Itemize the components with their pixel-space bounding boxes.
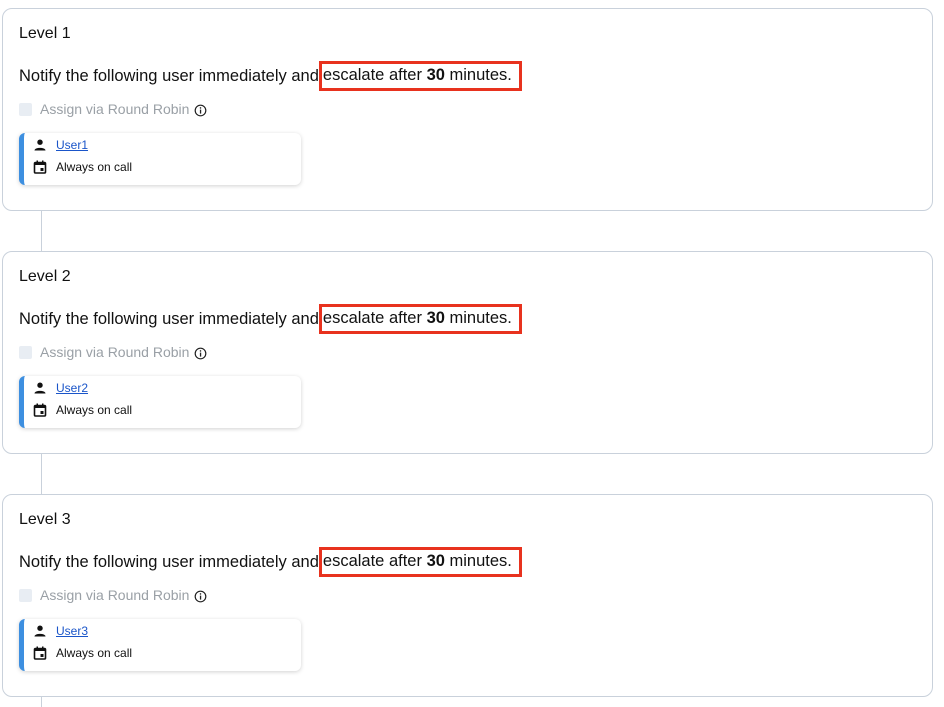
user-card: User2 Always on call — [19, 376, 301, 428]
round-robin-label: Assign via Round Robin — [40, 587, 190, 603]
person-icon — [33, 624, 47, 638]
escalate-minutes: 30 — [426, 309, 445, 327]
escalate-minutes: 30 — [426, 552, 445, 570]
calendar-icon — [33, 646, 47, 660]
level-title: Level 2 — [19, 268, 71, 285]
round-robin-label: Assign via Round Robin — [40, 344, 190, 360]
schedule-row: Always on call — [33, 160, 132, 174]
level-card: Level 1 Notify the following user immedi… — [2, 8, 933, 211]
escalate-highlight: escalate after 30 minutes. — [318, 304, 522, 334]
schedule-row: Always on call — [33, 403, 132, 417]
round-robin-checkbox[interactable] — [19, 102, 32, 116]
escalate-minutes: 30 — [426, 66, 445, 84]
level-card: Level 3 Notify the following user immedi… — [2, 494, 933, 697]
level-title: Level 3 — [19, 511, 71, 528]
notify-description: Notify the following user immediately an… — [19, 61, 522, 92]
escalate-highlight: escalate after 30 minutes. — [318, 547, 522, 577]
escalation-levels: Level 1 Notify the following user immedi… — [0, 0, 944, 707]
notify-text: Notify the following user immediately an… — [19, 310, 319, 328]
level-connector — [41, 211, 42, 251]
person-icon — [33, 381, 47, 395]
user-row: User3 — [33, 624, 88, 638]
round-robin-label: Assign via Round Robin — [40, 101, 190, 117]
schedule-text: Always on call — [56, 403, 133, 417]
level-card: Level 2 Notify the following user immedi… — [2, 251, 933, 454]
escalate-suffix: minutes. — [449, 309, 512, 327]
level-connector — [41, 454, 42, 494]
info-icon[interactable] — [194, 347, 207, 360]
level-title: Level 1 — [19, 25, 71, 42]
round-robin-option: Assign via Round Robin — [19, 344, 207, 360]
round-robin-checkbox[interactable] — [19, 345, 32, 359]
round-robin-option: Assign via Round Robin — [19, 101, 207, 117]
round-robin-checkbox[interactable] — [19, 588, 32, 602]
notify-description: Notify the following user immediately an… — [19, 304, 522, 335]
calendar-icon — [33, 403, 47, 417]
schedule-row: Always on call — [33, 646, 132, 660]
notify-text: Notify the following user immediately an… — [19, 67, 319, 85]
person-icon — [33, 138, 47, 152]
user-link[interactable]: User3 — [56, 624, 88, 638]
user-row: User1 — [33, 138, 88, 152]
info-icon[interactable] — [194, 590, 207, 603]
escalate-suffix: minutes. — [449, 552, 512, 570]
escalate-suffix: minutes. — [449, 66, 512, 84]
user-card: User1 Always on call — [19, 133, 301, 185]
schedule-text: Always on call — [56, 646, 133, 660]
escalate-prefix: escalate after — [322, 309, 422, 327]
escalate-highlight: escalate after 30 minutes. — [318, 61, 522, 91]
calendar-icon — [33, 160, 47, 174]
level-connector — [41, 697, 42, 707]
user-card: User3 Always on call — [19, 619, 301, 671]
notify-text: Notify the following user immediately an… — [19, 553, 319, 571]
notify-description: Notify the following user immediately an… — [19, 547, 522, 578]
user-link[interactable]: User2 — [56, 381, 88, 395]
escalate-prefix: escalate after — [322, 552, 422, 570]
schedule-text: Always on call — [56, 160, 133, 174]
user-link[interactable]: User1 — [56, 138, 88, 152]
user-row: User2 — [33, 381, 88, 395]
round-robin-option: Assign via Round Robin — [19, 587, 207, 603]
info-icon[interactable] — [194, 104, 207, 117]
escalate-prefix: escalate after — [322, 66, 422, 84]
